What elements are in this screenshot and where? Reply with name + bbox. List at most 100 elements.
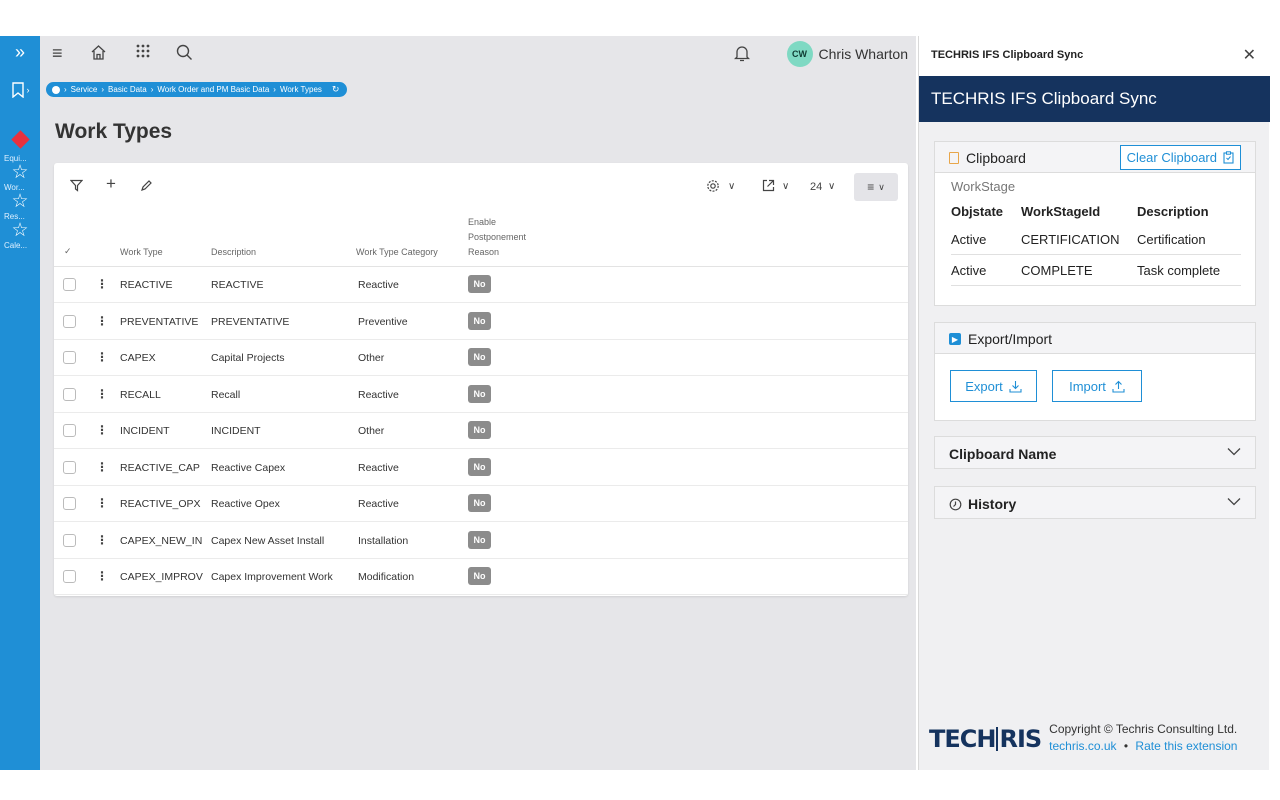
table-row[interactable]: ⋮ INCIDENT INCIDENT Other No bbox=[54, 413, 908, 449]
cell-work-type-category: Other bbox=[358, 352, 385, 364]
table-row[interactable]: ⋮ REACTIVE_CAP Reactive Capex Reactive No bbox=[54, 450, 908, 486]
row-checkbox[interactable] bbox=[63, 387, 76, 401]
select-all-checkbox[interactable]: ✓ bbox=[64, 246, 72, 257]
list-view-icon: ≡ bbox=[867, 180, 875, 194]
filter-icon[interactable] bbox=[69, 179, 84, 195]
settings-gear-icon[interactable] bbox=[706, 179, 720, 196]
star-icon: ☆ bbox=[11, 191, 29, 212]
table-row[interactable]: ⋮ CAPEX_NEW_IN Capex New Asset Install Inst… bbox=[54, 523, 908, 559]
header-enable-postponement-line-1[interactable]: Enable bbox=[468, 217, 496, 227]
header-work-type-category[interactable]: Work Type Category bbox=[356, 247, 438, 257]
chevron-down-icon[interactable]: ∨ bbox=[728, 179, 735, 195]
export-share-icon[interactable] bbox=[762, 179, 775, 195]
favorite-1[interactable]: Equi... ☆ bbox=[0, 154, 40, 183]
postponement-badge: No bbox=[468, 311, 491, 330]
close-icon[interactable]: ✕ bbox=[1243, 45, 1256, 65]
cell-work-type-category: Reactive bbox=[358, 279, 399, 291]
cell-description: Capex New Asset Install bbox=[211, 534, 325, 547]
row-checkbox[interactable] bbox=[63, 351, 76, 364]
postponement-badge: No bbox=[468, 384, 491, 403]
favorite-2[interactable]: Wor... ☆ bbox=[0, 183, 40, 212]
export-import-icon: ▶ bbox=[949, 333, 961, 345]
page-title: Work Types bbox=[55, 120, 173, 143]
panel-window-title: TECHRIS IFS Clipboard Sync bbox=[931, 49, 1084, 61]
apps-grid-icon[interactable] bbox=[136, 44, 150, 62]
row-checkbox[interactable] bbox=[63, 533, 76, 547]
breadcrumb-item-work-order-pm[interactable]: Work Order and PM Basic Data bbox=[157, 85, 269, 94]
row-checkbox[interactable] bbox=[63, 314, 76, 328]
header-work-type[interactable]: Work Type bbox=[120, 247, 163, 257]
row-checkbox[interactable] bbox=[63, 570, 76, 583]
breadcrumb-item-basic-data[interactable]: Basic Data bbox=[108, 85, 147, 94]
row-menu-icon[interactable]: ⋮ bbox=[96, 314, 108, 328]
cell-description: INCIDENT bbox=[211, 425, 261, 437]
history-section[interactable]: History bbox=[934, 486, 1256, 519]
rate-extension-link[interactable]: Rate this extension bbox=[1135, 739, 1237, 753]
row-checkbox[interactable] bbox=[63, 497, 76, 510]
page-size-selector[interactable]: 24 bbox=[810, 179, 822, 195]
add-icon[interactable]: + bbox=[106, 175, 116, 192]
col-objstate: Objstate bbox=[951, 203, 1004, 219]
table-row[interactable]: ⋮ REACTIVE_OPX Reactive Opex Reactive No bbox=[54, 486, 908, 522]
cell-description: Task complete bbox=[1137, 262, 1221, 278]
clipboard-table-header: Objstate WorkStageId Description bbox=[951, 198, 1241, 224]
row-menu-icon[interactable]: ⋮ bbox=[96, 533, 108, 547]
row-menu-icon[interactable]: ⋮ bbox=[96, 277, 108, 291]
table-row[interactable]: ⋮ PREVENTATIVE PREVENTATIVE Preventive No bbox=[54, 304, 908, 340]
table-row[interactable]: ⋮ CAPEX_IMPROV Capex Improvement Work Modif… bbox=[54, 559, 908, 595]
clipboard-name-heading: Clipboard Name bbox=[949, 446, 1057, 462]
table-row[interactable]: ⋮ RECALL Recall Reactive No bbox=[54, 377, 908, 413]
clipboard-row: Active CERTIFICATION Certification bbox=[951, 224, 1241, 255]
clipboard-icon bbox=[949, 152, 959, 164]
import-button[interactable]: Import bbox=[1052, 370, 1142, 402]
clear-clipboard-button[interactable]: Clear Clipboard bbox=[1119, 145, 1241, 170]
chevron-down-icon[interactable]: ∨ bbox=[828, 179, 835, 195]
hamburger-menu-icon[interactable]: ≡ bbox=[52, 44, 63, 62]
row-checkbox[interactable] bbox=[63, 460, 76, 474]
row-menu-icon[interactable]: ⋮ bbox=[96, 350, 108, 364]
panel-banner: TECHRIS IFS Clipboard Sync bbox=[919, 76, 1270, 122]
chevron-down-icon[interactable]: ∨ bbox=[782, 179, 789, 195]
edit-pencil-icon[interactable] bbox=[140, 179, 152, 195]
expand-navigator-icon[interactable]: » bbox=[0, 38, 40, 66]
breadcrumb-root-icon[interactable] bbox=[52, 85, 60, 94]
main-app-area: ≡ CW Chris Wharton › Service › Basic Dat… bbox=[40, 36, 916, 770]
search-icon[interactable] bbox=[176, 44, 193, 65]
notification-bell-icon[interactable] bbox=[733, 44, 751, 66]
table-row[interactable]: ⋮ REACTIVE REACTIVE Reactive No bbox=[54, 267, 908, 303]
clipboard-name-section[interactable]: Clipboard Name bbox=[934, 436, 1256, 469]
chevron-down-icon bbox=[1227, 444, 1241, 461]
user-profile[interactable]: CW Chris Wharton bbox=[786, 41, 908, 67]
export-button[interactable]: Export bbox=[950, 370, 1037, 402]
export-import-header: ▶ Export/Import bbox=[935, 323, 1255, 354]
postponement-badge: No bbox=[468, 421, 491, 439]
header-enable-postponement-line-2[interactable]: Postponement bbox=[468, 232, 526, 242]
view-mode-button[interactable]: ≡ ∨ bbox=[854, 173, 898, 201]
navigator-rail: » › Equi... ☆ Wor... ☆ Res... ☆ Cale... bbox=[0, 36, 40, 770]
row-menu-icon[interactable]: ⋮ bbox=[96, 387, 108, 401]
download-icon bbox=[1009, 380, 1022, 393]
row-checkbox[interactable] bbox=[63, 278, 76, 291]
website-link[interactable]: techris.co.uk bbox=[1049, 739, 1116, 753]
cell-work-type: INCIDENT bbox=[120, 425, 170, 437]
table-row[interactable]: ⋮ CAPEX Capital Projects Other No bbox=[54, 340, 908, 376]
favorite-4[interactable]: Cale... bbox=[0, 241, 40, 250]
cell-description: Recall bbox=[211, 388, 241, 401]
favorite-3[interactable]: Res... ☆ bbox=[0, 212, 40, 241]
bookmark-icon[interactable]: › bbox=[0, 76, 40, 104]
list-toolbar: + ∨ ∨ 24 ∨ ≡ ∨ bbox=[54, 163, 908, 211]
home-icon[interactable] bbox=[90, 44, 107, 65]
row-menu-icon[interactable]: ⋮ bbox=[96, 569, 108, 583]
copyright-text: Copyright © Techris Consulting Ltd. bbox=[1049, 722, 1238, 736]
header-enable-postponement-line-3[interactable]: Reason bbox=[468, 247, 499, 257]
row-menu-icon[interactable]: ⋮ bbox=[96, 496, 108, 510]
cell-work-type: RECALL bbox=[120, 388, 161, 401]
upload-icon bbox=[1112, 380, 1125, 393]
refresh-icon[interactable]: ↻ bbox=[332, 84, 340, 95]
row-menu-icon[interactable]: ⋮ bbox=[96, 460, 108, 474]
breadcrumb-item-service[interactable]: Service bbox=[71, 85, 98, 94]
row-menu-icon[interactable]: ⋮ bbox=[96, 423, 108, 437]
header-description[interactable]: Description bbox=[211, 247, 256, 257]
row-checkbox[interactable] bbox=[63, 424, 76, 437]
breadcrumb: › Service › Basic Data › Work Order and … bbox=[46, 82, 348, 97]
